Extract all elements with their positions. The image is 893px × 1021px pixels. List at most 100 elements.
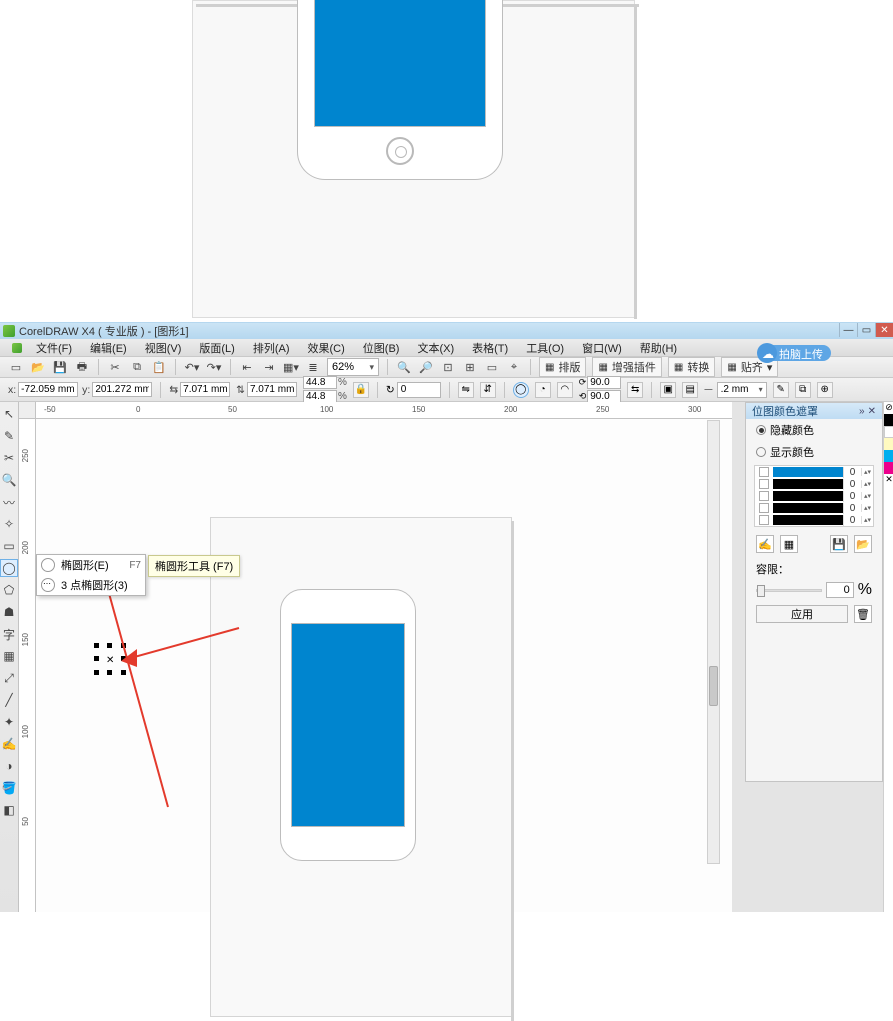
- group-plugins[interactable]: ▦增强插件: [592, 357, 661, 377]
- swatch-row[interactable]: 0▴▾: [755, 478, 873, 490]
- new-icon[interactable]: ▭: [8, 359, 24, 375]
- outline-tool-icon[interactable]: ◑: [1, 758, 17, 774]
- checkbox[interactable]: [759, 479, 769, 489]
- appmgr-icon[interactable]: ▦▾: [283, 359, 299, 375]
- target-icon[interactable]: ⊕: [817, 382, 833, 398]
- menu-effects[interactable]: 效果(C): [304, 339, 349, 357]
- menu-bitmap[interactable]: 位图(B): [359, 339, 404, 357]
- swatch[interactable]: [773, 479, 843, 489]
- checkbox[interactable]: [759, 515, 769, 525]
- rect-tool-icon[interactable]: ▭: [1, 538, 17, 554]
- checkbox[interactable]: [759, 491, 769, 501]
- zoomout-icon[interactable]: 🔎: [418, 359, 434, 375]
- swatch-row[interactable]: 0▴▾: [755, 514, 873, 526]
- menu-arrange[interactable]: 排列(A): [249, 339, 294, 357]
- outline-input[interactable]: .2 mm: [717, 382, 767, 398]
- edit-color-button[interactable]: ▦: [780, 535, 798, 553]
- docker-collapse-icon[interactable]: »: [859, 406, 865, 417]
- phone-screen[interactable]: [291, 623, 405, 827]
- connector-tool-icon[interactable]: ╱: [1, 692, 17, 708]
- menu-tools[interactable]: 工具(O): [522, 339, 568, 357]
- apply-button[interactable]: 应用: [756, 605, 848, 623]
- close-button[interactable]: ✕: [875, 323, 893, 337]
- menu-window[interactable]: 窗口(W): [578, 339, 626, 357]
- flyout-item-3pt[interactable]: 3 点椭圆形(3): [37, 575, 145, 595]
- open-icon[interactable]: 📂: [30, 359, 46, 375]
- swatch-row[interactable]: 0▴▾: [755, 502, 873, 514]
- paste-icon[interactable]: 📋: [151, 359, 167, 375]
- to-curves-icon[interactable]: ✎: [773, 382, 789, 398]
- swatch[interactable]: [773, 491, 843, 501]
- menu-table[interactable]: 表格(T): [468, 339, 512, 357]
- v-scrollbar[interactable]: [707, 420, 720, 864]
- zoom-select[interactable]: 62%: [327, 358, 379, 376]
- maximize-button[interactable]: ▭: [857, 323, 875, 337]
- eyedrop-tool-icon[interactable]: ✍: [1, 736, 17, 752]
- smart-tool-icon[interactable]: ✧: [1, 516, 17, 532]
- radio-hide[interactable]: 隐藏颜色: [746, 419, 882, 441]
- tolerance-input[interactable]: 0: [826, 582, 854, 598]
- tolerance-slider[interactable]: 0 %: [756, 581, 872, 599]
- w-input[interactable]: [180, 382, 230, 397]
- mirror-v-icon[interactable]: ⇵: [480, 382, 496, 398]
- menu-text[interactable]: 文本(X): [413, 339, 458, 357]
- dim-tool-icon[interactable]: ⤢: [1, 670, 17, 686]
- interactive-tool-icon[interactable]: ✦: [1, 714, 17, 730]
- zoompage-icon[interactable]: ▭: [484, 359, 500, 375]
- fill-tool-icon[interactable]: 🪣: [1, 780, 17, 796]
- ellipse-mode-icon[interactable]: ◯: [513, 382, 529, 398]
- mirror-h-icon[interactable]: ⇋: [458, 382, 474, 398]
- behind-icon[interactable]: ⧉: [795, 382, 811, 398]
- checkbox[interactable]: [759, 503, 769, 513]
- menu-file[interactable]: 文件(F): [32, 339, 76, 357]
- palette-swatch[interactable]: [884, 414, 893, 426]
- palette-swatch[interactable]: [884, 426, 893, 438]
- shape-tool-icon[interactable]: ✎: [1, 428, 17, 444]
- ellipse-tool-icon[interactable]: ◯: [1, 560, 17, 576]
- menu-edit[interactable]: 编辑(E): [86, 339, 131, 357]
- to-front-icon[interactable]: ▤: [682, 382, 698, 398]
- spin-icon[interactable]: ▴▾: [861, 516, 873, 524]
- ang1-input[interactable]: 90.0: [587, 376, 621, 389]
- menu-help[interactable]: 帮助(H): [636, 339, 681, 357]
- canvas[interactable]: ✕ 椭圆形(E) F7 3 点椭圆形(3) 椭圆形工具 (F7): [36, 419, 732, 912]
- swatch-row[interactable]: 0▴▾: [755, 466, 873, 478]
- text-tool-icon[interactable]: 字: [1, 626, 17, 642]
- delete-button[interactable]: 🗑: [854, 605, 872, 623]
- y-input[interactable]: [92, 382, 152, 397]
- group-layout[interactable]: ▦排版: [539, 357, 586, 377]
- sx-input[interactable]: 44.8: [303, 376, 337, 389]
- table-tool-icon[interactable]: ▦: [1, 648, 17, 664]
- upload-badge[interactable]: ☁ 拍脑上传: [759, 345, 831, 361]
- palette-swatch[interactable]: [884, 438, 893, 450]
- save-icon[interactable]: 💾: [52, 359, 68, 375]
- lock-ratio-icon[interactable]: 🔒: [353, 382, 369, 398]
- checkbox[interactable]: [759, 467, 769, 477]
- group-convert[interactable]: ▦转换: [668, 357, 715, 377]
- swatch-row[interactable]: 0▴▾: [755, 490, 873, 502]
- crop-tool-icon[interactable]: ✂: [1, 450, 17, 466]
- zoomin-icon[interactable]: 🔍: [396, 359, 412, 375]
- print-icon[interactable]: 🖶: [74, 359, 90, 375]
- undo-icon[interactable]: ↶▾: [184, 359, 200, 375]
- menu-view[interactable]: 视图(V): [141, 339, 186, 357]
- scroll-thumb[interactable]: [709, 666, 718, 706]
- eyedrop-button[interactable]: ✍: [756, 535, 774, 553]
- spin-icon[interactable]: ▴▾: [861, 504, 873, 512]
- palette-close-icon[interactable]: ✕: [884, 474, 893, 486]
- rotation-input[interactable]: 0: [397, 382, 441, 398]
- palette-swatch[interactable]: [884, 462, 893, 474]
- open-mask-button[interactable]: 📂: [854, 535, 872, 553]
- wrap-icon[interactable]: ▣: [660, 382, 676, 398]
- polygon-tool-icon[interactable]: ⬠: [1, 582, 17, 598]
- radio-show[interactable]: 显示颜色: [746, 441, 882, 463]
- flyout-item-ellipse[interactable]: 椭圆形(E) F7: [37, 555, 145, 575]
- slider-thumb[interactable]: [757, 585, 765, 597]
- save-mask-button[interactable]: 💾: [830, 535, 848, 553]
- freehand-tool-icon[interactable]: 〰: [1, 494, 17, 510]
- redo-icon[interactable]: ↷▾: [206, 359, 222, 375]
- copy-icon[interactable]: ⧉: [129, 359, 145, 375]
- h-input[interactable]: [247, 382, 297, 397]
- palette-swatch[interactable]: [884, 450, 893, 462]
- swatch[interactable]: [773, 503, 843, 513]
